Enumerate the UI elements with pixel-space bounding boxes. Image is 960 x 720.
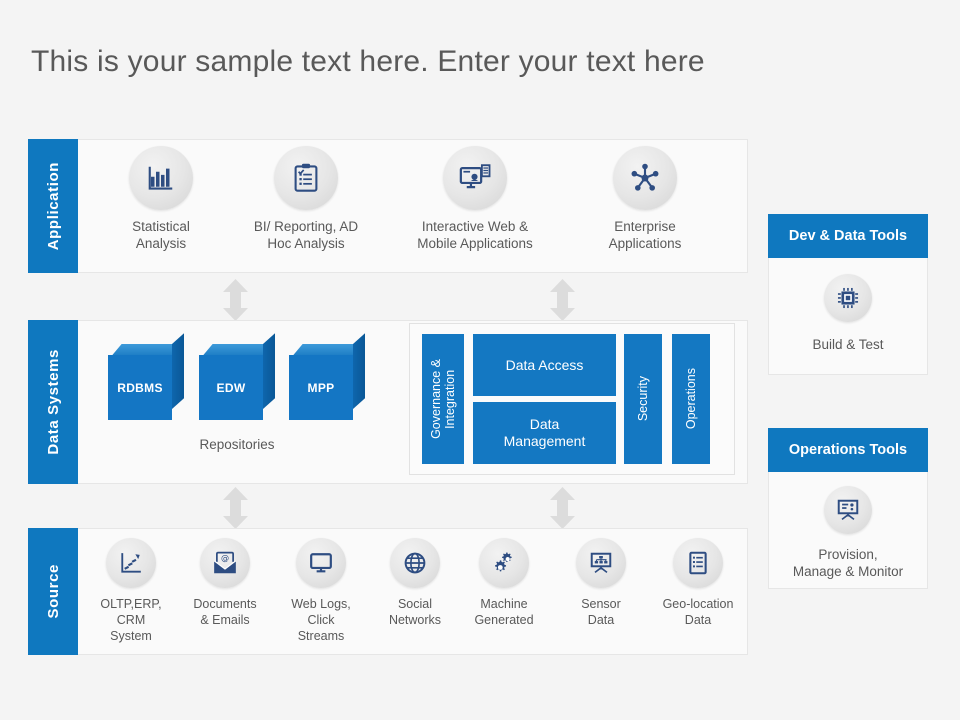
network-hub-icon: [613, 146, 677, 210]
panel-title-text: Dev & Data Tools: [788, 228, 908, 244]
bar-chart-icon-glyph: [148, 166, 173, 190]
panel-title-text: Operations Tools: [788, 442, 908, 458]
box-label: Operations: [684, 368, 698, 430]
globe-icon: [390, 538, 440, 588]
monitor-user-icon: [443, 146, 507, 210]
svg-text:@: @: [221, 552, 229, 562]
box-security[interactable]: Security: [624, 334, 662, 464]
data-systems-row-label: Data Systems: [44, 349, 62, 455]
trend-chart-icon-glyph: [121, 553, 141, 573]
box-label: Data Management: [503, 416, 586, 449]
bar-chart-icon: [129, 146, 193, 210]
network-hub-icon-glyph: [631, 163, 659, 191]
slide-canvas: This is your sample text here. Enter you…: [0, 0, 960, 720]
item-label: BI/ Reporting, AD Hoc Analysis: [253, 219, 359, 251]
source-row-label: Source: [44, 564, 62, 619]
monitor-icon-glyph: [310, 553, 332, 573]
presentation-board-icon: [576, 538, 626, 588]
cube-front-face: MPP: [289, 355, 353, 420]
item-label: OLTP,ERP, CRM System: [100, 597, 162, 643]
item-label: Social Networks: [388, 597, 442, 627]
operations-tools-body: Provision, Manage & Monitor: [768, 472, 928, 589]
cube-edw[interactable]: EDW: [199, 333, 275, 420]
dev-data-tools-title: Dev & Data Tools: [768, 214, 928, 258]
chip-icon[interactable]: [824, 274, 872, 322]
gears-icon-glyph: [495, 552, 512, 572]
arrow-data-source-left: [222, 487, 249, 534]
cube-front-face: EDW: [199, 355, 263, 420]
operations-tools-title: Operations Tools: [768, 428, 928, 472]
email-envelope-icon-glyph: @: [213, 551, 237, 574]
cube-label: MPP: [307, 380, 335, 395]
cube-rdbms[interactable]: RDBMS: [108, 333, 184, 420]
monitor-user-icon-glyph: [459, 164, 491, 189]
trend-chart-icon: [106, 538, 156, 588]
clipboard-checklist-icon: [274, 146, 338, 210]
presentation-board-icon-glyph: [837, 499, 859, 521]
operations-tools-panel: Operations Tools Provision, Manage & Mon…: [768, 428, 928, 589]
arrow-data-source-right: [549, 487, 576, 534]
item-sensor-data[interactable]: Sensor Data: [560, 538, 642, 628]
list-document-icon: [673, 538, 723, 588]
item-web-logs-click-streams[interactable]: Web Logs, Click Streams: [280, 538, 362, 644]
tool-item-label: Build & Test: [812, 337, 884, 352]
item-label: Statistical Analysis: [132, 219, 190, 251]
repositories-caption: Repositories: [199, 437, 275, 452]
cube-front-face: RDBMS: [108, 355, 172, 420]
chip-icon-glyph: [837, 287, 859, 309]
dev-data-tools-body: Build & Test: [768, 258, 928, 375]
item-geo-location-data[interactable]: Geo-location Data: [656, 538, 740, 628]
presentation-board-icon-glyph: [590, 552, 612, 574]
clipboard-checklist-icon-glyph: [294, 163, 318, 192]
item-label: Sensor Data: [581, 597, 621, 627]
cube-mpp[interactable]: MPP: [289, 333, 365, 420]
item-label: Enterprise Applications: [608, 219, 682, 251]
data-systems-row-tab: Data Systems: [28, 320, 78, 484]
box-governance-integration[interactable]: Governance & Integration: [422, 334, 464, 464]
tool-item-label: Provision, Manage & Monitor: [792, 547, 904, 579]
item-bi-reporting[interactable]: BI/ Reporting, AD Hoc Analysis: [244, 146, 368, 252]
item-documents-emails[interactable]: @ Documents & Emails: [184, 538, 266, 628]
application-row-tab: Application: [28, 139, 78, 273]
item-machine-generated[interactable]: Machine Generated: [463, 538, 545, 628]
cube-right-face: [172, 333, 184, 409]
cube-label: EDW: [216, 380, 246, 395]
item-interactive-web[interactable]: Interactive Web & Mobile Applications: [400, 146, 550, 252]
box-operations[interactable]: Operations: [672, 334, 710, 464]
gears-icon: [479, 538, 529, 588]
item-social-networks[interactable]: Social Networks: [374, 538, 456, 628]
item-label: Web Logs, Click Streams: [291, 597, 351, 643]
item-oltp-erp-crm[interactable]: OLTP,ERP, CRM System: [90, 538, 172, 644]
dev-data-tools-panel: Dev & Data Tools Build & Test: [768, 214, 928, 375]
globe-icon-glyph: [404, 552, 426, 574]
box-data-access[interactable]: Data Access: [473, 334, 616, 396]
application-row-label: Application: [44, 161, 62, 251]
box-label: Data Access: [505, 356, 584, 373]
item-label: Documents & Emails: [193, 597, 257, 627]
cube-right-face: [263, 333, 275, 409]
monitor-icon: [296, 538, 346, 588]
box-label: Governance & Integration: [429, 359, 457, 439]
email-envelope-icon: @: [200, 538, 250, 588]
presentation-board-icon[interactable]: [824, 486, 872, 534]
list-document-icon-glyph: [689, 551, 707, 575]
item-label: Machine Generated: [474, 597, 534, 627]
box-data-management[interactable]: Data Management: [473, 402, 616, 464]
source-row-tab: Source: [28, 528, 78, 655]
box-label: Security: [636, 376, 650, 422]
cube-label: RDBMS: [117, 380, 163, 395]
cube-right-face: [353, 333, 365, 409]
arrow-app-data-right: [549, 279, 576, 326]
arrow-app-data-left: [222, 279, 249, 326]
item-label: Interactive Web & Mobile Applications: [417, 219, 533, 251]
item-label: Geo-location Data: [662, 597, 734, 627]
page-title: This is your sample text here. Enter you…: [31, 45, 705, 78]
item-statistical-analysis[interactable]: Statistical Analysis: [111, 146, 211, 252]
item-enterprise-applications[interactable]: Enterprise Applications: [582, 146, 708, 252]
